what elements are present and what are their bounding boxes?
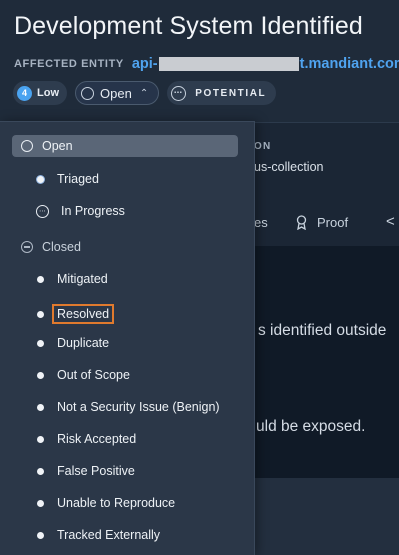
affected-entity-label: AFFECTED ENTITY — [14, 58, 124, 70]
classification-chip[interactable]: ⋯ POTENTIAL — [167, 81, 277, 105]
page-title: Development System Identified — [14, 12, 363, 40]
status-label: Open — [100, 85, 132, 101]
bullet-icon — [37, 175, 44, 183]
status-option-tracked-externally[interactable]: Tracked Externally — [37, 528, 160, 542]
status-option-resolved[interactable]: Resolved — [37, 304, 115, 324]
status-dropdown-menu: Open Triaged ⋯ In Progress Closed Mitiga… — [0, 121, 255, 555]
description-area — [240, 246, 399, 478]
status-option-benign[interactable]: Not a Security Issue (Benign) — [37, 400, 220, 414]
bullet-icon — [37, 435, 44, 443]
status-option-open[interactable]: Open — [12, 135, 238, 157]
status-option-label-highlighted: Resolved — [52, 304, 115, 324]
description-line-1: s identified outside — [258, 322, 387, 339]
status-option-false-positive[interactable]: False Positive — [37, 464, 135, 478]
status-chips: 4 Low Open ⌃ ⋯ POTENTIAL — [13, 81, 284, 105]
classification-label: POTENTIAL — [195, 87, 267, 99]
in-progress-dots-icon: ⋯ — [36, 204, 49, 218]
tabs-prev-arrow-icon[interactable]: < — [386, 213, 395, 230]
tab-proof-label: Proof — [317, 215, 349, 230]
detail-tabs: es Proof < — [240, 205, 399, 245]
severity-number-badge: 4 — [17, 85, 32, 101]
chevron-up-icon: ⌃ — [139, 87, 149, 99]
status-option-duplicate[interactable]: Duplicate — [37, 336, 109, 350]
status-option-label: Duplicate — [57, 336, 110, 350]
status-option-label: False Positive — [57, 464, 135, 478]
award-ribbon-icon — [296, 215, 307, 230]
info-value: us-collection — [254, 160, 324, 174]
bullet-icon — [37, 275, 44, 283]
potential-dots-icon: ⋯ — [171, 85, 187, 101]
status-option-label: Risk Accepted — [57, 432, 137, 446]
entity-prefix: api- — [131, 56, 158, 72]
bullet-icon — [37, 467, 44, 475]
status-option-label: Triaged — [57, 172, 99, 186]
entity-suffix: t.mandiant.com — [299, 56, 399, 72]
status-option-risk-accepted[interactable]: Risk Accepted — [37, 432, 136, 446]
status-option-label: Tracked Externally — [57, 528, 161, 542]
status-option-label: In Progress — [61, 204, 125, 218]
severity-chip[interactable]: 4 Low — [13, 81, 67, 105]
tab-partial[interactable]: es — [254, 215, 268, 230]
bullet-icon — [37, 310, 44, 318]
tab-proof[interactable]: Proof — [296, 215, 348, 230]
severity-label: Low — [37, 87, 59, 99]
status-option-label: Open — [42, 139, 73, 153]
affected-entity-link[interactable]: api-t.mandiant.com — [132, 56, 399, 72]
status-option-unable-to-reproduce[interactable]: Unable to Reproduce — [37, 496, 175, 510]
redaction-block — [158, 57, 299, 72]
status-option-out-of-scope[interactable]: Out of Scope — [37, 368, 130, 382]
status-option-label: Mitigated — [57, 272, 108, 286]
description-line-2: uld be exposed. — [256, 418, 366, 435]
footer-panel — [240, 478, 399, 555]
status-option-label: Out of Scope — [57, 368, 130, 382]
status-option-mitigated[interactable]: Mitigated — [37, 272, 108, 286]
status-option-triaged[interactable]: Triaged — [37, 172, 99, 186]
status-group-label: Closed — [42, 240, 81, 254]
bullet-icon — [37, 499, 44, 507]
closed-minus-circle-icon — [21, 241, 33, 253]
bullet-icon — [37, 531, 44, 539]
affected-entity-row: AFFECTED ENTITY api-t.mandiant.com — [14, 55, 399, 73]
status-dropdown-button[interactable]: Open ⌃ — [75, 81, 160, 105]
status-group-closed: Closed — [21, 240, 81, 254]
open-circle-icon — [21, 140, 33, 152]
bullet-icon — [37, 371, 44, 379]
status-option-label: Unable to Reproduce — [57, 496, 176, 510]
info-label: ON — [254, 141, 272, 152]
open-circle-icon — [81, 86, 94, 100]
status-option-label: Not a Security Issue (Benign) — [57, 400, 220, 414]
bullet-icon — [37, 403, 44, 411]
bullet-icon — [37, 339, 44, 347]
status-option-in-progress[interactable]: ⋯ In Progress — [36, 204, 125, 218]
